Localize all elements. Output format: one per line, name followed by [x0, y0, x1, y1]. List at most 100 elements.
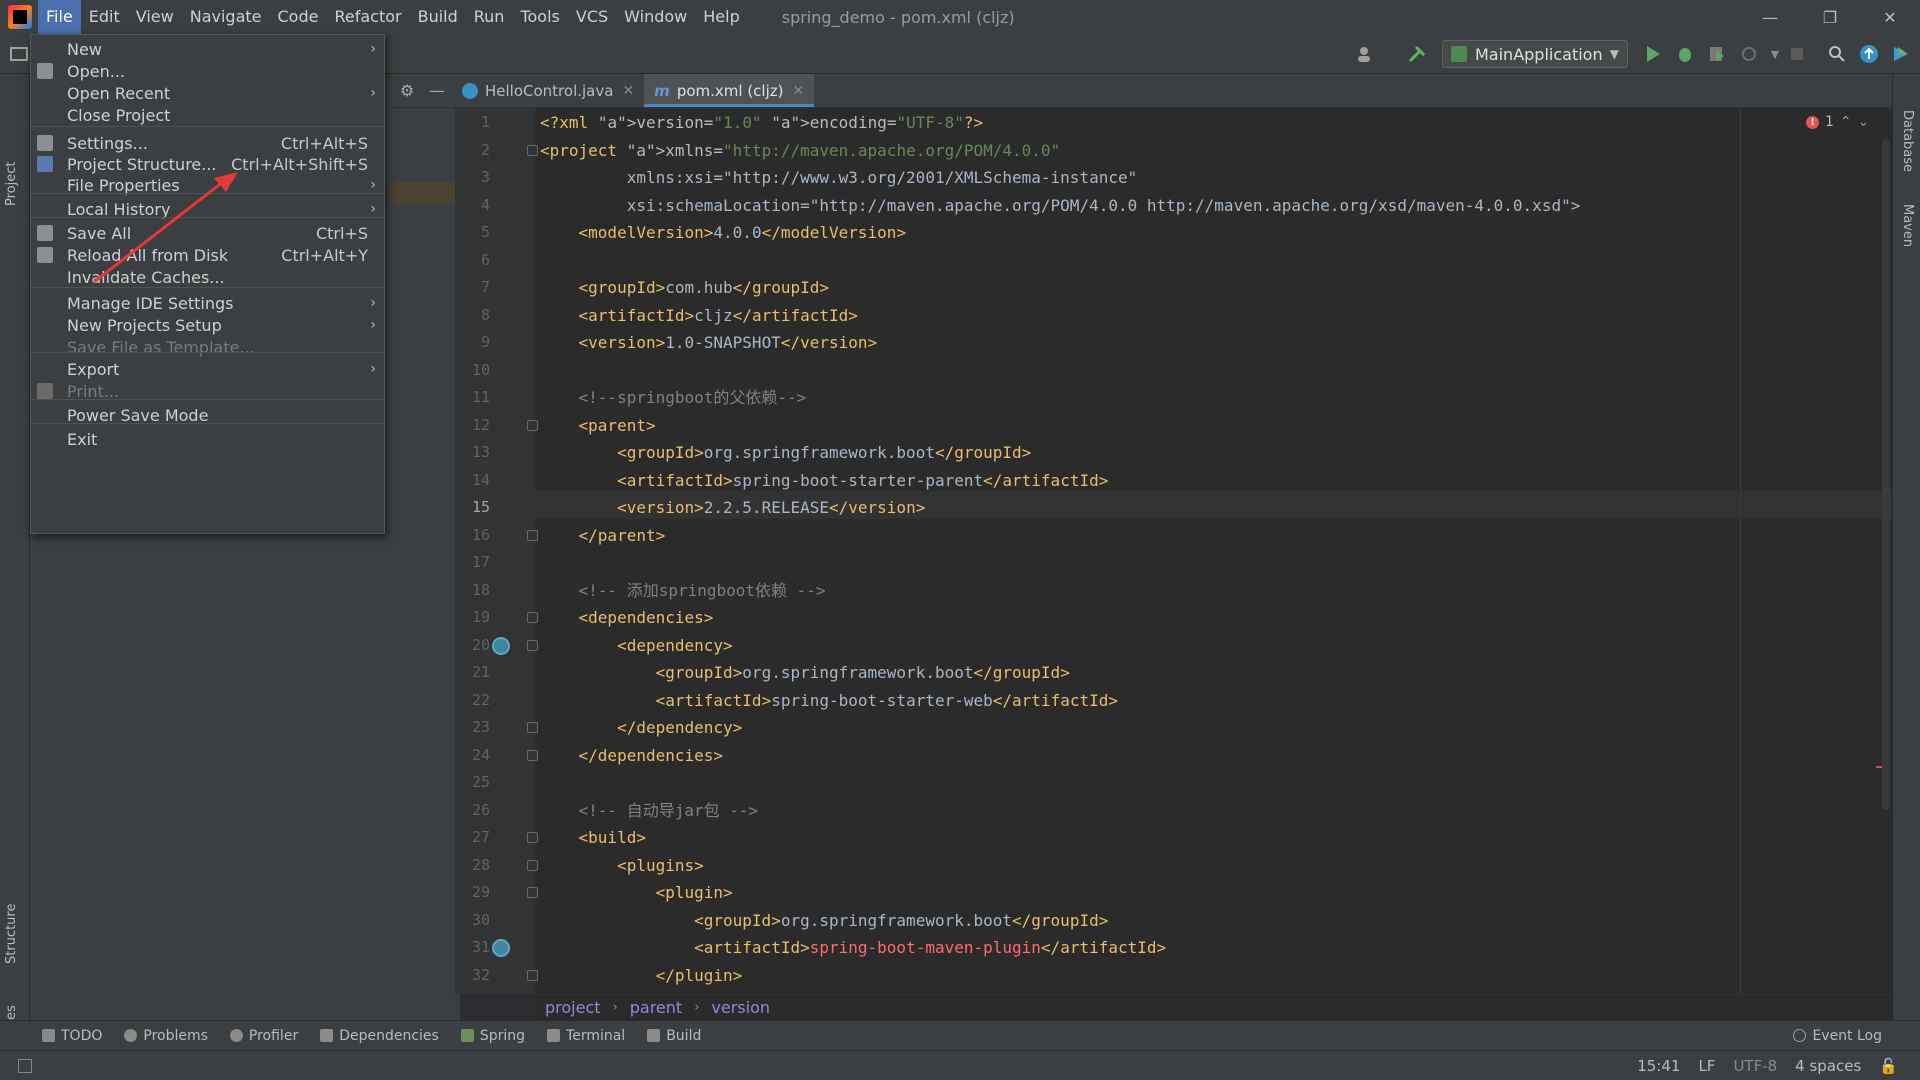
file-encoding[interactable]: UTF-8 [1733, 1057, 1777, 1075]
code-line[interactable]: <artifactId>spring-boot-starter-web</art… [540, 687, 1118, 715]
line-separator[interactable]: LF [1698, 1057, 1715, 1075]
run-with-coverage-icon[interactable] [1706, 43, 1728, 65]
tool-profiler[interactable]: Profiler [229, 1028, 298, 1044]
error-indicator[interactable]: ! 1 ⌃ ⌄ [1806, 114, 1869, 130]
restore-button[interactable]: ❐ [1800, 0, 1860, 34]
code-line[interactable]: <modelVersion>4.0.0</modelVersion> [540, 219, 907, 247]
code-line[interactable]: <version>2.2.5.RELEASE</version> [540, 494, 925, 522]
code-line[interactable]: </parent> [540, 522, 666, 550]
more-run-chevron-icon[interactable]: ▼ [1764, 43, 1786, 65]
fold-marker-icon[interactable] [527, 639, 538, 651]
update-icon[interactable] [1858, 43, 1880, 65]
run-configuration-select[interactable]: MainApplication ▼ [1442, 40, 1628, 68]
fold-marker-icon[interactable] [527, 859, 538, 871]
build-hammer-icon[interactable] [1406, 43, 1428, 65]
file-menu-item-close-project[interactable]: Close Project [31, 103, 384, 127]
code-line[interactable]: <version>1.0-SNAPSHOT</version> [540, 329, 878, 357]
fold-marker-icon[interactable] [527, 144, 538, 156]
fold-marker-icon[interactable] [527, 722, 538, 733]
caret-position[interactable]: 15:41 [1637, 1057, 1680, 1075]
file-menu-item-exit[interactable]: Exit [31, 427, 384, 451]
breadcrumb-parent[interactable]: parent [630, 998, 682, 1017]
minimize-button[interactable]: — [1740, 0, 1800, 34]
tab-pom-xml[interactable]: m pom.xml (cljz) ✕ [644, 74, 815, 107]
code-line[interactable]: <!-- 自动导jar包 --> [540, 797, 759, 825]
tool-build[interactable]: Build [647, 1028, 701, 1044]
fold-marker-icon[interactable] [527, 969, 538, 981]
code-line[interactable]: </plugin> [540, 962, 743, 990]
search-icon[interactable] [1826, 43, 1848, 65]
chevron-up-icon[interactable]: ⌃ [1840, 114, 1852, 130]
menu-help[interactable]: Help [695, 0, 747, 34]
menu-file[interactable]: File [38, 0, 81, 34]
toggle-tool-windows-icon[interactable] [18, 1058, 32, 1073]
tool-event-log[interactable]: Event Log [1793, 1028, 1882, 1044]
menu-vcs[interactable]: VCS [568, 0, 616, 34]
code-line[interactable]: <parent> [540, 412, 656, 440]
project-view-icon[interactable] [8, 43, 30, 65]
tab-hellocontrol-java[interactable]: HelloControl.java ✕ [452, 74, 644, 107]
code-line[interactable]: <!--springboot的父依赖--> [540, 384, 807, 412]
dependency-gutter-icon[interactable] [492, 939, 510, 957]
code-line[interactable]: xmlns:xsi="http://www.w3.org/2001/XMLSch… [540, 164, 1138, 192]
tab-database[interactable]: Database [1900, 110, 1915, 172]
code-line[interactable]: <groupId>com.hub</groupId> [540, 274, 829, 302]
plugin-icon[interactable] [1890, 43, 1912, 65]
close-icon[interactable]: ✕ [792, 83, 804, 99]
profiler-icon[interactable] [1738, 43, 1760, 65]
indent-setting[interactable]: 4 spaces [1795, 1057, 1861, 1075]
code-line[interactable]: <!-- 添加springboot依赖 --> [540, 577, 826, 605]
file-menu-item-new[interactable]: New › [31, 37, 384, 61]
menu-window[interactable]: Window [616, 0, 695, 34]
file-menu-item-new-projects-setup[interactable]: New Projects Setup › [31, 313, 384, 337]
collapse-icon[interactable]: — [422, 74, 452, 107]
code-line[interactable]: <artifactId>cljz</artifactId> [540, 302, 858, 330]
code-line[interactable]: xsi:schemaLocation="http://maven.apache.… [540, 192, 1581, 220]
code-line[interactable]: <groupId>org.springframework.boot</group… [540, 439, 1031, 467]
file-menu-item-open-recent[interactable]: Open Recent › [31, 81, 384, 105]
tab-structure[interactable]: Structure [4, 904, 19, 964]
menu-run[interactable]: Run [466, 0, 513, 34]
fold-marker-icon[interactable] [527, 749, 538, 761]
close-window-button[interactable]: ✕ [1860, 0, 1920, 34]
file-menu-item-open[interactable]: Open... [31, 59, 384, 83]
debug-icon[interactable] [1674, 43, 1696, 65]
fold-marker-icon[interactable] [527, 529, 538, 541]
run-icon[interactable] [1642, 43, 1664, 65]
user-icon[interactable] [1355, 43, 1377, 65]
code-line[interactable]: </dependencies> [540, 742, 724, 770]
lock-icon[interactable]: 🔓 [1879, 1057, 1898, 1075]
dependency-gutter-icon[interactable] [492, 636, 510, 655]
tool-spring[interactable]: Spring [460, 1028, 525, 1044]
code-line[interactable]: <plugin> [540, 879, 733, 907]
tab-project[interactable]: Project [4, 162, 19, 206]
tool-todo[interactable]: TODO [42, 1028, 102, 1044]
code-line[interactable]: <dependency> [540, 632, 733, 660]
code-line[interactable]: <?xml "a">version="1.0" "a">encoding="UT… [540, 109, 983, 137]
menu-build[interactable]: Build [410, 0, 466, 34]
tool-terminal[interactable]: Terminal [547, 1028, 625, 1044]
menu-refactor[interactable]: Refactor [326, 0, 409, 34]
menu-view[interactable]: View [128, 0, 182, 34]
fold-marker-icon[interactable] [527, 419, 538, 431]
fold-marker-icon[interactable] [527, 887, 538, 898]
code-line[interactable]: <groupId>org.springframework.boot</group… [540, 907, 1108, 935]
gear-icon[interactable]: ⚙ [392, 74, 422, 107]
tool-dependencies[interactable]: Dependencies [320, 1028, 439, 1044]
menu-tools[interactable]: Tools [512, 0, 567, 34]
code-line[interactable]: <dependencies> [540, 604, 714, 632]
menu-navigate[interactable]: Navigate [182, 0, 270, 34]
code-line[interactable]: <project "a">xmlns="http://maven.apache.… [540, 137, 1060, 165]
code-line[interactable]: <artifactId>spring-boot-maven-plugin</ar… [540, 934, 1166, 962]
code-line[interactable]: <build> [540, 824, 646, 852]
tab-maven[interactable]: Maven [1900, 204, 1915, 247]
fold-marker-icon[interactable] [527, 612, 538, 623]
breadcrumb-version[interactable]: version [711, 998, 770, 1017]
file-menu-item-manage-ide-settings[interactable]: Manage IDE Settings › [31, 291, 384, 315]
breadcrumb-project[interactable]: project [545, 998, 601, 1017]
code-line[interactable]: <plugins> [540, 852, 704, 880]
menu-edit[interactable]: Edit [81, 0, 128, 34]
code-line[interactable]: </dependency> [540, 714, 742, 742]
close-icon[interactable]: ✕ [622, 83, 634, 99]
code-line[interactable]: <artifactId>spring-boot-starter-parent</… [540, 467, 1108, 495]
